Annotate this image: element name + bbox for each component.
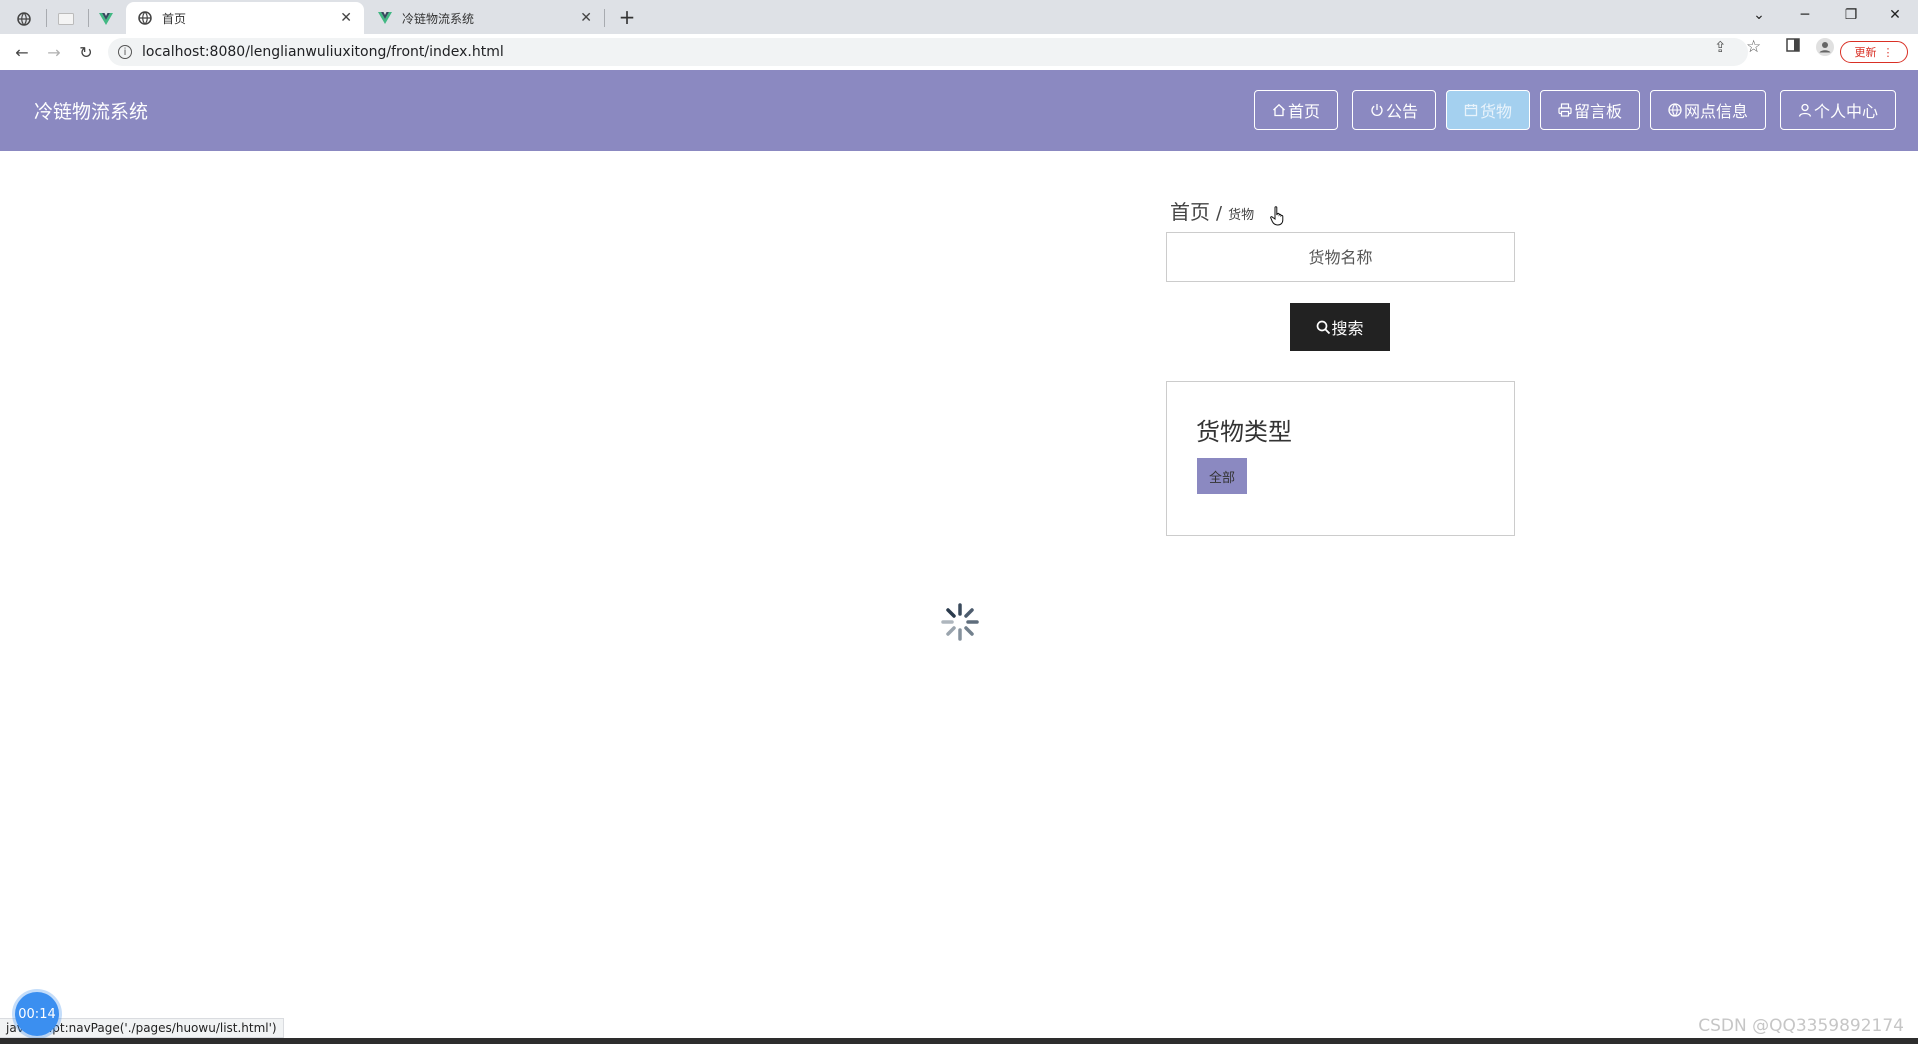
goods-type-tag-all[interactable]: 全部 [1197,458,1247,494]
hand-cursor-icon [1270,206,1284,226]
nav-item-label: 首页 [1287,102,1320,121]
pinned-tab-globe[interactable] [6,4,42,34]
back-button[interactable]: ← [10,40,34,64]
browser-update-button[interactable]: 更新 ⋮ [1840,41,1908,63]
tab-search-button[interactable]: ⌄ [1736,0,1782,30]
taskbar-edge [0,1038,1918,1044]
breadcrumb-separator: / [1216,203,1223,224]
info-icon[interactable]: i [118,45,132,59]
breadcrumb-current: 货物 [1228,208,1255,223]
more-menu-icon: ⋮ [1882,45,1894,59]
close-icon: ✕ [1889,7,1901,23]
breadcrumb: 首页 / 货物 [1170,196,1254,225]
close-icon[interactable]: ✕ [340,10,352,26]
nav-item-message-board[interactable]: 留言板 [1540,90,1640,130]
restore-button[interactable]: ❐ [1828,0,1874,30]
vue-logo-icon [99,12,113,25]
nav-item-notice[interactable]: 公告 [1352,90,1436,130]
share-icon[interactable]: ⇪ [1714,38,1727,56]
restore-icon: ❐ [1844,7,1858,23]
nav-item-goods[interactable]: 货物 [1446,90,1530,130]
search-button-label: 搜索 [1331,319,1364,338]
reload-icon: ↻ [79,42,93,62]
nav-item-label: 留言板 [1573,102,1622,121]
goods-type-panel: 货物类型 全部 [1166,381,1515,536]
calendar-icon [1464,104,1478,117]
user-icon [1798,103,1812,117]
tab-title: 首页 [162,11,187,26]
reload-button[interactable]: ↻ [74,40,98,64]
side-panel-icon[interactable] [1786,38,1800,56]
globe-icon [1668,103,1682,117]
breadcrumb-home-link[interactable]: 首页 [1170,196,1210,225]
nav-item-profile[interactable]: 个人中心 [1780,90,1896,130]
pinned-tab-vue[interactable] [88,4,124,34]
tab-title: 冷链物流系统 [402,11,475,26]
new-tab-button[interactable]: + [614,4,640,30]
nav-item-label: 货物 [1479,102,1512,121]
plus-icon: + [618,5,636,29]
tab-separator [46,9,47,27]
power-icon [1371,104,1383,116]
close-icon[interactable]: ✕ [580,10,592,26]
globe-icon [138,11,152,25]
tab-app[interactable]: 冷链物流系统 ✕ [366,2,604,34]
goods-name-search-input[interactable] [1166,232,1515,282]
recording-timer-badge[interactable]: 00:14 [15,992,59,1036]
goods-type-title: 货物类型 [1196,418,1292,446]
printer-icon [1558,103,1572,117]
app-title: 冷链物流系统 [34,101,149,123]
globe-icon [17,12,31,26]
tab-separator [604,9,605,27]
home-icon [1273,103,1285,117]
search-icon [1317,320,1331,334]
blank-page-icon [58,13,74,25]
nav-item-home[interactable]: 首页 [1254,90,1338,130]
pinned-tab-blank[interactable] [48,4,84,34]
arrow-left-icon: ← [15,42,29,62]
url-bar[interactable]: i localhost:8080/lenglianwuliuxitong/fro… [108,38,1748,66]
chevron-down-icon: ⌄ [1753,7,1765,23]
profile-avatar-icon[interactable] [1816,38,1834,60]
tab-home[interactable]: 首页 ✕ [126,2,364,34]
minimize-button[interactable]: ─ [1782,0,1828,30]
loading-spinner-icon [941,603,979,641]
arrow-right-icon: → [47,42,61,62]
bookmark-star-icon[interactable]: ☆ [1746,37,1761,57]
browser-address-bar: ← → ↻ i localhost:8080/lenglianwuliuxito… [0,34,1918,71]
nav-item-label: 公告 [1385,102,1418,121]
window-close-button[interactable]: ✕ [1872,0,1918,30]
browser-tab-bar: 首页 ✕ 冷链物流系统 ✕ + ⌄ ─ ❐ ✕ [0,0,1918,34]
url-text: localhost:8080/lenglianwuliuxitong/front… [142,44,504,60]
app-header: 冷链物流系统 首页 公告 货物 留言板 网点信息 个人中心 [0,70,1918,151]
vue-logo-icon [378,11,392,24]
search-button[interactable]: 搜索 [1290,303,1390,351]
update-label: 更新 [1854,46,1877,59]
forward-button[interactable]: → [42,40,66,64]
nav-item-outlets[interactable]: 网点信息 [1650,90,1766,130]
nav-item-label: 网点信息 [1683,102,1748,121]
nav-item-label: 个人中心 [1813,102,1878,121]
watermark: CSDN @QQ3359892174 [1698,1016,1904,1036]
minimize-icon: ─ [1800,7,1810,23]
